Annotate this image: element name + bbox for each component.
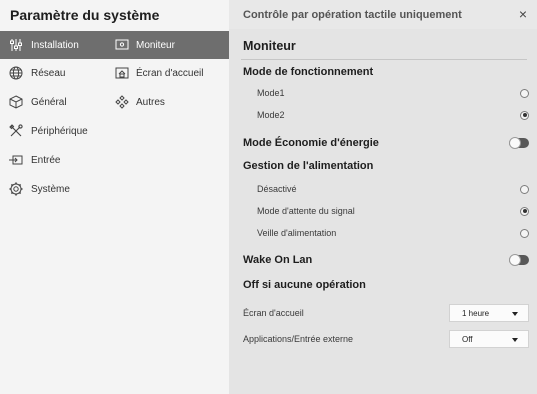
option-mode1[interactable]: Mode1 bbox=[241, 83, 529, 103]
radio-power-standby[interactable] bbox=[520, 228, 529, 238]
caret-down-icon bbox=[512, 312, 518, 316]
category-installation[interactable]: Installation bbox=[0, 31, 106, 59]
operation-mode-heading: Mode de fonctionnement bbox=[243, 66, 374, 78]
option-signal-standby[interactable]: Mode d'attente du signal bbox=[241, 201, 529, 221]
external-input-timeout-label: Applications/Entrée externe bbox=[243, 334, 354, 344]
option-label: Mode1 bbox=[257, 88, 285, 98]
touch-only-notice: Contrôle par opération tactile uniquemen… bbox=[243, 9, 462, 21]
subitem-autres[interactable]: Autres bbox=[106, 88, 229, 116]
category-label: Général bbox=[31, 96, 67, 108]
wake-on-lan-row: Wake On Lan bbox=[243, 250, 529, 270]
wake-on-lan-toggle[interactable] bbox=[509, 254, 529, 266]
option-label: Désactivé bbox=[257, 184, 297, 194]
subitem-label: Moniteur bbox=[136, 39, 175, 51]
option-mode2[interactable]: Mode2 bbox=[241, 105, 529, 125]
globe-icon bbox=[8, 65, 24, 81]
eco-mode-label: Mode Économie d'énergie bbox=[243, 137, 379, 149]
home-screen-icon bbox=[114, 65, 130, 81]
wake-on-lan-label: Wake On Lan bbox=[243, 254, 313, 266]
tools-icon bbox=[8, 123, 24, 139]
category-sidebar: Installation Réseau Général Périphérique… bbox=[0, 29, 106, 394]
input-icon bbox=[8, 152, 24, 168]
radio-mode1[interactable] bbox=[520, 88, 529, 98]
power-management-heading: Gestion de l'alimentation bbox=[243, 160, 374, 172]
subitem-ecran-accueil[interactable]: Écran d'accueil bbox=[106, 59, 229, 87]
category-peripherique[interactable]: Périphérique bbox=[0, 117, 106, 145]
sliders-icon bbox=[8, 37, 24, 53]
category-entree[interactable]: Entrée bbox=[0, 146, 106, 174]
dropdown-value: Off bbox=[462, 334, 473, 344]
system-settings-window: Paramètre du système Contrôle par opérat… bbox=[0, 0, 537, 394]
option-label: Mode2 bbox=[257, 110, 285, 120]
category-label: Périphérique bbox=[31, 125, 88, 137]
panel-title: Moniteur bbox=[243, 39, 296, 53]
header-left: Paramètre du système bbox=[0, 0, 229, 29]
off-no-operation-heading: Off si aucune opération bbox=[243, 279, 366, 291]
radio-desactive[interactable] bbox=[520, 184, 529, 194]
subitem-label: Autres bbox=[136, 96, 165, 108]
radio-signal-standby[interactable] bbox=[520, 206, 529, 216]
category-label: Système bbox=[31, 183, 70, 195]
subitem-sidebar: Moniteur Écran d'accueil Autres bbox=[106, 29, 229, 394]
subitem-moniteur[interactable]: Moniteur bbox=[106, 31, 229, 59]
category-systeme[interactable]: Système bbox=[0, 175, 106, 203]
dropdown-value: 1 heure bbox=[462, 308, 490, 318]
external-input-timeout-row: Applications/Entrée externe Off bbox=[243, 329, 529, 349]
category-label: Réseau bbox=[31, 67, 66, 79]
category-label: Entrée bbox=[31, 154, 61, 166]
diamonds-icon bbox=[114, 94, 130, 110]
category-reseau[interactable]: Réseau bbox=[0, 59, 106, 87]
cube-icon bbox=[8, 94, 24, 110]
title-divider bbox=[241, 59, 527, 60]
window-title: Paramètre du système bbox=[10, 7, 160, 23]
monitor-icon bbox=[114, 37, 130, 53]
subitem-label: Écran d'accueil bbox=[136, 67, 204, 79]
eco-mode-row: Mode Économie d'énergie bbox=[243, 133, 529, 153]
option-desactive[interactable]: Désactivé bbox=[241, 179, 529, 199]
option-label: Veille d'alimentation bbox=[257, 228, 337, 238]
home-screen-timeout-row: Écran d'accueil 1 heure bbox=[243, 303, 529, 323]
category-general[interactable]: Général bbox=[0, 88, 106, 116]
home-screen-timeout-label: Écran d'accueil bbox=[243, 308, 304, 318]
home-screen-timeout-dropdown[interactable]: 1 heure bbox=[449, 304, 529, 322]
eco-mode-toggle[interactable] bbox=[509, 137, 529, 149]
gear-icon bbox=[8, 181, 24, 197]
option-label: Mode d'attente du signal bbox=[257, 206, 355, 216]
option-power-standby[interactable]: Veille d'alimentation bbox=[241, 223, 529, 243]
category-label: Installation bbox=[31, 39, 79, 51]
settings-panel: Moniteur Mode de fonctionnement Mode1 Mo… bbox=[229, 29, 537, 394]
caret-down-icon bbox=[512, 338, 518, 342]
radio-mode2[interactable] bbox=[520, 110, 529, 120]
external-input-timeout-dropdown[interactable]: Off bbox=[449, 330, 529, 348]
close-button[interactable]: × bbox=[519, 6, 527, 22]
header-right: Contrôle par opération tactile uniquemen… bbox=[229, 0, 537, 29]
